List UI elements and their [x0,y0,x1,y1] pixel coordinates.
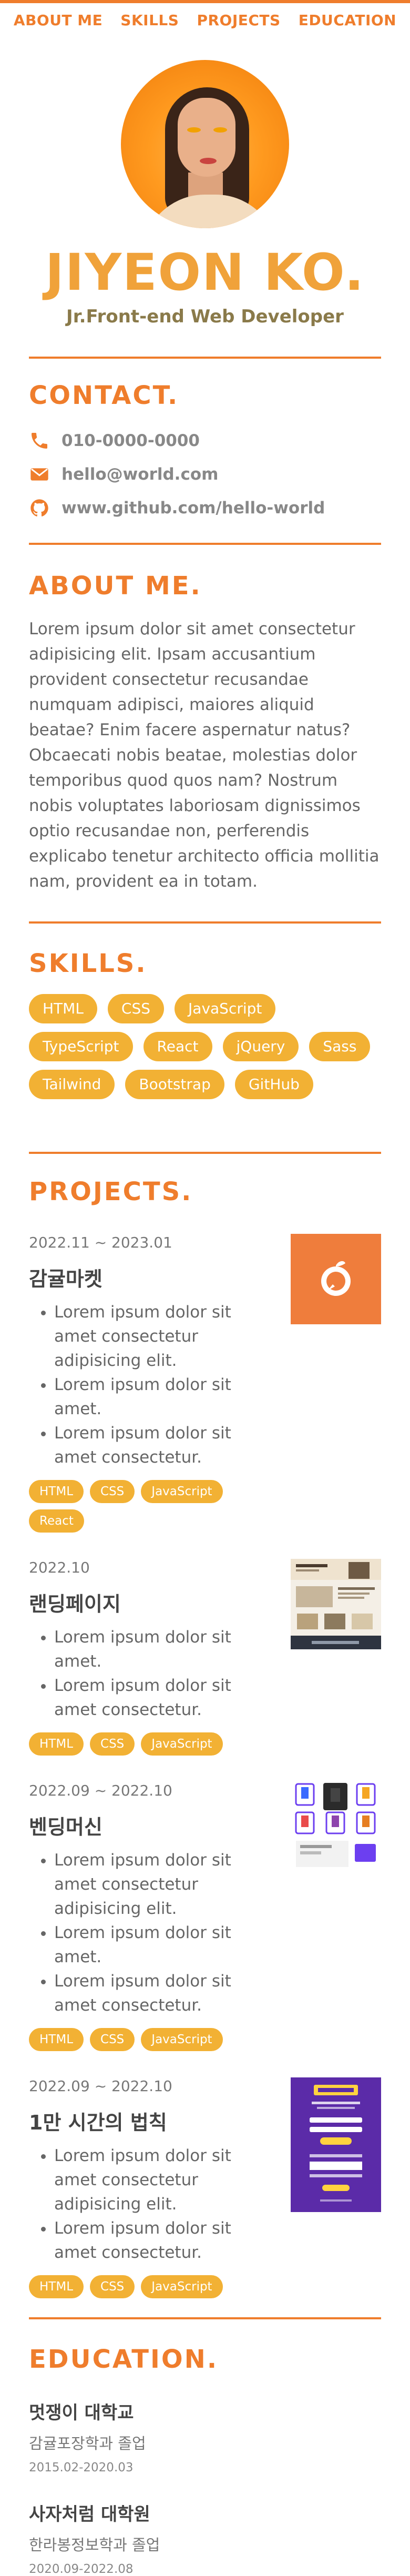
project-tag: React [29,1509,84,1533]
skill-tag: Tailwind [29,1070,115,1099]
project-bullets: Lorem ipsum dolor sit amet consectetur a… [54,1300,276,1469]
project-bullet: Lorem ipsum dolor sit amet consectetur. [54,1421,276,1469]
project-card[interactable]: 2022.09 ~ 2022.10 벤딩머신 Lorem ipsum dolor… [29,1782,381,2051]
education-school: 사자처럼 대학원 [29,2504,150,2525]
project-tag-list: HTML CSS JavaScript React [29,1480,276,1533]
hero-section: JIYEON KO. Jr.Front-end Web Developer [29,41,381,327]
about-text: Lorem ipsum dolor sit amet consectetur a… [29,620,380,891]
contact-email-text: hello@world.com [62,465,219,484]
contact-phone-text: 010-0000-0000 [62,431,200,450]
skills-tag-list: HTML CSS JavaScript TypeScript React jQu… [29,994,381,1099]
project-bullet: Lorem ipsum dolor sit amet. [54,1625,276,1674]
landing-page-preview-icon [291,1559,381,1649]
vending-machine-preview-icon [291,1782,381,1872]
project-date: 2022.11 ~ 2023.01 [29,1234,172,1251]
education-item: 사자처럼 대학원 한라봉정보학과 졸업 2020.09-2022.08 [29,2500,381,2576]
education-item: 멋쟁이 대학교 감귤포장학과 졸업 2015.02-2020.03 [29,2398,381,2474]
contact-title: CONTACT. [29,381,179,410]
project-bullet: Lorem ipsum dolor sit amet consectetur a… [54,2144,276,2216]
contact-email[interactable]: hello@world.com [29,458,381,491]
contact-github[interactable]: www.github.com/hello-world [29,491,381,525]
phone-icon [32,433,47,449]
skill-tag: TypeScript [29,1032,133,1061]
contact-section: CONTACT. 010-0000-0000 hello@world.com w… [29,359,381,543]
profile-subtitle: Jr.Front-end Web Developer [66,306,344,327]
project-tag: CSS [90,2028,135,2051]
projects-section: PROJECTS. 2022.11 ~ 2023.01 감귤마켓 Lorem i… [29,1154,381,2319]
skill-tag: Bootstrap [125,1070,224,1099]
top-navigation: ABOUT ME SKILLS PROJECTS EDUCATION [0,3,410,41]
project-bullet: Lorem ipsum dolor sit amet consectetur a… [54,1848,276,1921]
skill-tag: HTML [29,994,97,1023]
project-title: 벤딩머신 [29,1816,102,1839]
project-tag: HTML [29,2275,84,2298]
contact-github-text: www.github.com/hello-world [62,499,325,518]
project-date: 2022.09 ~ 2022.10 [29,1782,172,1799]
project-bullet: Lorem ipsum dolor sit amet consectetur. [54,2216,276,2265]
project-tag: HTML [29,1480,84,1503]
project-title: 1만 시간의 법칙 [29,2111,167,2134]
skill-tag: GitHub [234,1070,313,1099]
skills-section: SKILLS. HTML CSS JavaScript TypeScript R… [29,924,381,1152]
project-date: 2022.09 ~ 2022.10 [29,2077,172,2095]
education-date: 2015.02-2020.03 [29,2461,134,2474]
skill-tag: jQuery [222,1032,299,1061]
profile-avatar [121,60,289,228]
project-thumbnail[interactable] [291,1234,381,1533]
nav-projects[interactable]: PROJECTS [197,12,280,41]
tangerine-logo-icon [291,1234,381,1324]
skill-tag: React [143,1032,212,1061]
project-bullet: Lorem ipsum dolor sit amet consectetur a… [54,1300,276,1373]
project-thumbnail[interactable] [291,1782,381,2051]
project-tag: CSS [90,2275,135,2298]
project-bullets: Lorem ipsum dolor sit amet. Lorem ipsum … [54,1625,276,1722]
projects-title: PROJECTS. [29,1177,193,1206]
project-bullet: Lorem ipsum dolor sit amet consectetur. [54,1969,276,2017]
education-date: 2020.09-2022.08 [29,2562,134,2576]
project-tag: HTML [29,2028,84,2051]
skills-title: SKILLS. [29,949,147,978]
project-tag: JavaScript [141,2275,223,2298]
skill-tag: JavaScript [175,994,276,1023]
project-tag: JavaScript [141,1480,223,1503]
project-card[interactable]: 2022.10 랜딩페이지 Lorem ipsum dolor sit amet… [29,1559,381,1756]
project-title: 랜딩페이지 [29,1593,121,1616]
nav-skills[interactable]: SKILLS [120,12,179,41]
education-major: 감귤포장학과 졸업 [29,2435,146,2452]
github-icon [30,499,48,516]
project-date: 2022.10 [29,1559,90,1576]
project-bullet: Lorem ipsum dolor sit amet. [54,1373,276,1421]
project-tag: CSS [90,1732,135,1756]
nav-about-me[interactable]: ABOUT ME [14,12,102,41]
project-bullets: Lorem ipsum dolor sit amet consectetur a… [54,1848,276,2017]
skill-tag: Sass [309,1032,371,1061]
education-title: EDUCATION. [29,2345,219,2374]
project-tag-list: HTML CSS JavaScript [29,2028,276,2051]
project-tag: JavaScript [141,2028,223,2051]
education-major: 한라봉정보학과 졸업 [29,2536,160,2554]
project-tag: CSS [90,1480,135,1503]
profile-name: JIYEON KO. [45,243,365,302]
skill-tag: CSS [107,994,165,1023]
project-thumbnail[interactable] [291,2077,381,2298]
project-card[interactable]: 2022.09 ~ 2022.10 1만 시간의 법칙 Lorem ipsum … [29,2077,381,2298]
education-school: 멋쟁이 대학교 [29,2402,134,2423]
nav-education[interactable]: EDUCATION [299,12,396,41]
education-section: EDUCATION. 멋쟁이 대학교 감귤포장학과 졸업 2015.02-202… [29,2319,381,2576]
about-title: ABOUT ME. [29,571,202,601]
project-bullet: Lorem ipsum dolor sit amet consectetur. [54,1674,276,1722]
project-tag: JavaScript [141,1732,223,1756]
project-bullet: Lorem ipsum dolor sit amet. [54,1921,276,1969]
project-tag: HTML [29,1732,84,1756]
project-title: 감귤마켓 [29,1267,102,1291]
contact-phone[interactable]: 010-0000-0000 [29,424,381,458]
ten-thousand-hours-preview-icon [291,2077,381,2212]
mail-icon [30,468,48,481]
project-bullets: Lorem ipsum dolor sit amet consectetur a… [54,2144,276,2265]
project-tag-list: HTML CSS JavaScript [29,1732,276,1756]
project-tag-list: HTML CSS JavaScript [29,2275,276,2298]
about-section: ABOUT ME. Lorem ipsum dolor sit amet con… [29,545,381,921]
project-thumbnail[interactable] [291,1559,381,1756]
project-card[interactable]: 2022.11 ~ 2023.01 감귤마켓 Lorem ipsum dolor… [29,1234,381,1533]
